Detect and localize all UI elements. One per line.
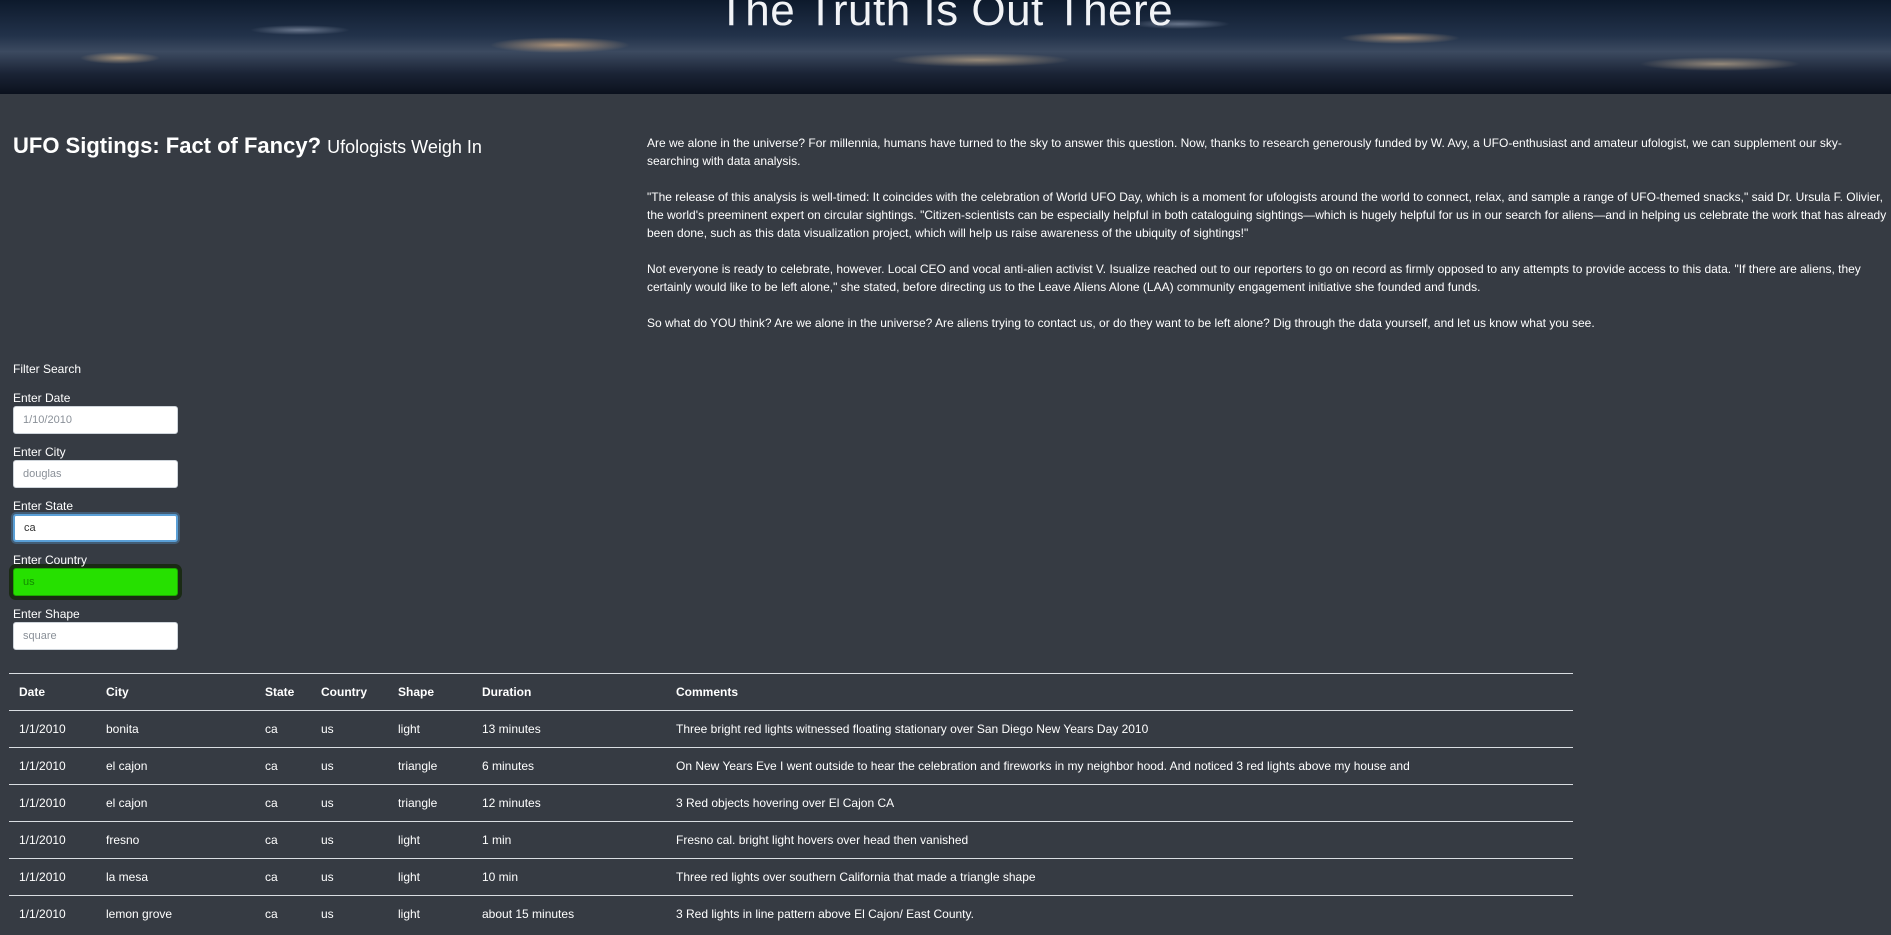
cell-country: us [311, 858, 388, 896]
cell-duration: 13 minutes [472, 710, 666, 748]
cell-date: 1/1/2010 [9, 747, 96, 785]
cell-duration: 12 minutes [472, 784, 666, 822]
state-label: Enter State [13, 499, 74, 513]
cell-comments: Three bright red lights witnessed floati… [666, 710, 1573, 748]
cell-state: ca [255, 747, 311, 785]
cell-city: el cajon [96, 784, 255, 822]
cell-shape: triangle [388, 747, 472, 785]
cell-duration: 10 min [472, 858, 666, 896]
table-row: 1/1/2010 lemon grove ca us light about 1… [9, 895, 1573, 932]
column-header-comments: Comments [666, 673, 1573, 711]
table-row: 1/1/2010 la mesa ca us light 10 min Thre… [9, 858, 1573, 896]
hero-banner: The Truth Is Out There [0, 0, 1891, 94]
cell-comments: On New Years Eve I went outside to hear … [666, 747, 1573, 785]
cell-shape: light [388, 858, 472, 896]
cell-date: 1/1/2010 [9, 784, 96, 822]
cell-duration: 1 min [472, 821, 666, 859]
cell-date: 1/1/2010 [9, 858, 96, 896]
cell-city: fresno [96, 821, 255, 859]
headline-subtitle: Ufologists Weigh In [327, 137, 482, 157]
cell-shape: light [388, 821, 472, 859]
cell-duration: 6 minutes [472, 747, 666, 785]
cell-comments: 3 Red objects hovering over El Cajon CA [666, 784, 1573, 822]
cell-state: ca [255, 784, 311, 822]
cell-comments: Fresno cal. bright light hovers over hea… [666, 821, 1573, 859]
cell-country: us [311, 895, 388, 932]
intro-paragraph: Are we alone in the universe? For millen… [647, 136, 1842, 168]
cell-date: 1/1/2010 [9, 821, 96, 859]
cell-city: el cajon [96, 747, 255, 785]
cell-comments: 3 Red lights in line pattern above El Ca… [666, 895, 1573, 932]
cell-city: bonita [96, 710, 255, 748]
cell-state: ca [255, 858, 311, 896]
filter-panel: Filter Search Enter Date Enter City Ente… [13, 362, 183, 660]
date-input[interactable] [13, 406, 178, 434]
column-header-city: City [96, 673, 255, 711]
table-row: 1/1/2010 el cajon ca us triangle 12 minu… [9, 784, 1573, 822]
country-input[interactable] [13, 568, 178, 596]
cell-date: 1/1/2010 [9, 710, 96, 748]
shape-input[interactable] [13, 622, 178, 650]
table-row: 1/1/2010 bonita ca us light 13 minutes T… [9, 710, 1573, 748]
cell-shape: light [388, 895, 472, 932]
cell-city: lemon grove [96, 895, 255, 932]
cell-shape: triangle [388, 784, 472, 822]
page-headline: UFO Sigtings: Fact of Fancy? Ufologists … [13, 133, 482, 159]
intro-paragraph: So what do YOU think? Are we alone in th… [647, 316, 1595, 330]
table-header-row: Date City State Country Shape Duration C… [9, 673, 1573, 711]
filter-heading: Filter Search [13, 362, 82, 376]
filter-city: Enter City [13, 444, 183, 488]
city-label: Enter City [13, 445, 66, 459]
filter-shape: Enter Shape [13, 606, 183, 650]
intro-paragraph: "The release of this analysis is well-ti… [647, 190, 1887, 240]
cell-state: ca [255, 710, 311, 748]
filter-country: Enter Country [13, 552, 183, 596]
column-header-country: Country [311, 673, 388, 711]
cell-shape: light [388, 710, 472, 748]
intro-article: Are we alone in the universe? For millen… [647, 134, 1887, 350]
cell-date: 1/1/2010 [9, 895, 96, 932]
column-header-state: State [255, 673, 311, 711]
sightings-table: Date City State Country Shape Duration C… [9, 673, 1573, 932]
cell-country: us [311, 747, 388, 785]
column-header-date: Date [9, 673, 96, 711]
table-row: 1/1/2010 el cajon ca us triangle 6 minut… [9, 747, 1573, 785]
hero-title: The Truth Is Out There [717, 0, 1174, 35]
headline-main: UFO Sigtings: Fact of Fancy? [13, 133, 322, 158]
cell-duration: about 15 minutes [472, 895, 666, 932]
city-input[interactable] [13, 460, 178, 488]
cell-city: la mesa [96, 858, 255, 896]
cell-country: us [311, 784, 388, 822]
filter-state: Enter State [13, 498, 183, 542]
shape-label: Enter Shape [13, 607, 80, 621]
cell-country: us [311, 821, 388, 859]
column-header-shape: Shape [388, 673, 472, 711]
cell-state: ca [255, 821, 311, 859]
cell-state: ca [255, 895, 311, 932]
table-row: 1/1/2010 fresno ca us light 1 min Fresno… [9, 821, 1573, 859]
date-label: Enter Date [13, 391, 71, 405]
filter-date: Enter Date [13, 390, 183, 434]
cell-comments: Three red lights over southern Californi… [666, 858, 1573, 896]
state-input[interactable] [13, 514, 178, 542]
country-label: Enter Country [13, 553, 88, 567]
intro-paragraph: Not everyone is ready to celebrate, howe… [647, 262, 1861, 294]
cell-country: us [311, 710, 388, 748]
column-header-duration: Duration [472, 673, 666, 711]
